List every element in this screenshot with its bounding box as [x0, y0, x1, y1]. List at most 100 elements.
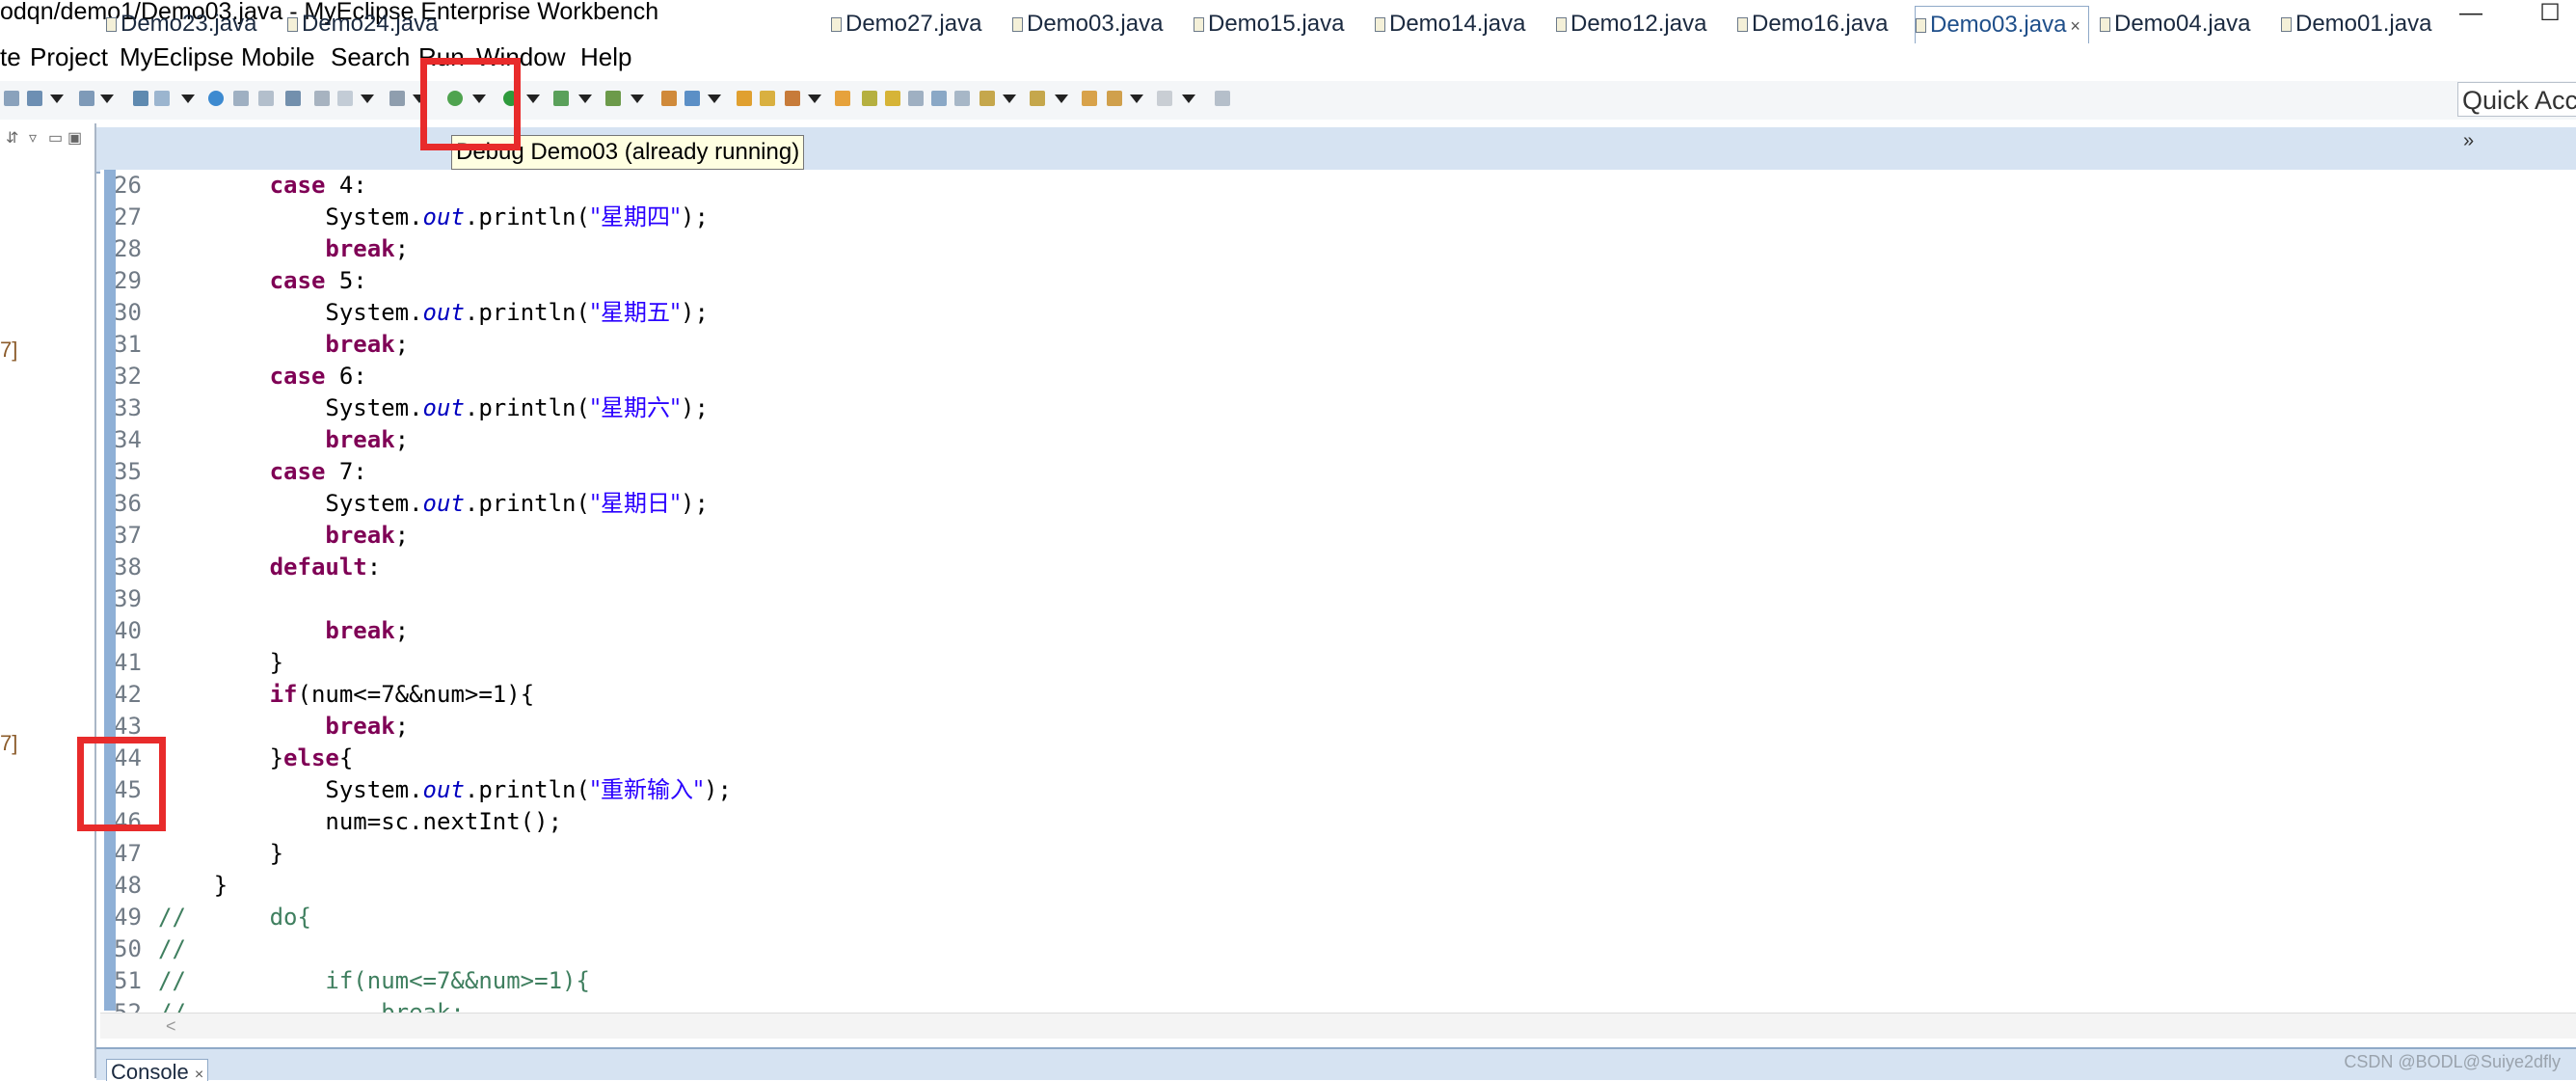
code-line[interactable]: 28 break;	[100, 233, 2576, 265]
code-line[interactable]: 27 System.out.println("星期四");	[100, 202, 2576, 233]
wrench-icon[interactable]	[285, 91, 301, 106]
block-icon[interactable]	[931, 91, 947, 106]
open-folder-icon[interactable]	[737, 91, 752, 106]
search-file-icon[interactable]	[337, 91, 353, 106]
menu-item-search[interactable]: Search	[331, 42, 410, 72]
code-line[interactable]: 41 }	[100, 647, 2576, 679]
chevron-down-icon[interactable]	[181, 95, 195, 103]
chevron-down-icon[interactable]: ▿	[29, 128, 37, 148]
open-type-icon[interactable]	[760, 91, 775, 106]
task-icon[interactable]	[835, 91, 850, 106]
chevron-down-icon[interactable]	[1182, 95, 1195, 103]
chevron-down-icon[interactable]	[1003, 95, 1016, 103]
close-icon[interactable]: ×	[2070, 16, 2080, 36]
maximize-icon[interactable]: ▣	[67, 128, 82, 148]
mark-icon[interactable]	[908, 91, 924, 106]
server-icon[interactable]	[133, 91, 148, 106]
menu-item-myeclipse[interactable]: MyEclipse	[120, 42, 233, 72]
horizontal-scrollbar[interactable]	[100, 1013, 2576, 1039]
whitespace-icon[interactable]	[954, 91, 970, 106]
image-icon[interactable]	[314, 91, 330, 106]
code-line[interactable]: 43 break;	[100, 711, 2576, 743]
external-tools-icon[interactable]	[605, 91, 621, 106]
chevron-down-icon[interactable]	[100, 95, 114, 103]
code-line[interactable]: 35 case 7:	[100, 456, 2576, 488]
code-line[interactable]: 47 }	[100, 838, 2576, 870]
package-icon[interactable]	[154, 91, 170, 106]
new-class-icon[interactable]	[661, 91, 677, 106]
code-line[interactable]: 44 }else{	[100, 743, 2576, 774]
code-line[interactable]: 29 case 5:	[100, 265, 2576, 297]
coverage-icon[interactable]	[553, 91, 569, 106]
minimize-button[interactable]: —	[2456, 0, 2485, 27]
annotation-icon[interactable]	[862, 91, 877, 106]
browser-icon[interactable]	[233, 91, 249, 106]
terminal-icon[interactable]	[389, 91, 405, 106]
back-icon[interactable]	[1107, 91, 1122, 106]
code-line[interactable]: 46 num=sc.nextInt();	[100, 806, 2576, 838]
menu-item-project[interactable]: Project	[30, 42, 108, 72]
refresh-icon[interactable]	[258, 91, 274, 106]
chevron-down-icon[interactable]	[708, 95, 721, 103]
maximize-button[interactable]: ☐	[2536, 0, 2564, 27]
code-line[interactable]: 26 case 4:	[100, 170, 2576, 202]
chevron-down-icon[interactable]	[361, 95, 374, 103]
code-line[interactable]: 38 default:	[100, 552, 2576, 583]
chevron-down-icon[interactable]	[1130, 95, 1143, 103]
code-line[interactable]: 40 break;	[100, 615, 2576, 647]
prev-annotation-icon[interactable]	[1030, 91, 1045, 106]
tab-demo27[interactable]: Demo27.java	[831, 6, 981, 42]
code-line[interactable]: 30 System.out.println("星期五");	[100, 297, 2576, 329]
brush-icon[interactable]	[785, 91, 800, 106]
code-line[interactable]: 32 case 6:	[100, 361, 2576, 392]
globe-icon[interactable]	[208, 91, 224, 106]
code-line[interactable]: 51 // if(num<=7&&num>=1){	[100, 965, 2576, 997]
tab-demo15[interactable]: Demo15.java	[1194, 6, 1344, 42]
code-line[interactable]: 37 break;	[100, 520, 2576, 552]
menu-item-help[interactable]: Help	[580, 42, 631, 72]
save-icon[interactable]	[4, 91, 19, 106]
pencil-icon[interactable]	[885, 91, 900, 106]
tab-demo12[interactable]: Demo12.java	[1556, 6, 1706, 42]
chevron-down-icon[interactable]	[631, 95, 644, 103]
tab-demo03-active[interactable]: Demo03.java ×	[1915, 6, 2089, 43]
tab-demo04[interactable]: Demo04.java	[2100, 6, 2250, 42]
tab-demo01[interactable]: Demo01.java	[2281, 6, 2431, 42]
code-line[interactable]: 31 break;	[100, 329, 2576, 361]
new-package-icon[interactable]	[684, 91, 700, 106]
chevron-down-icon[interactable]	[526, 95, 540, 103]
last-edit-icon[interactable]	[1082, 91, 1097, 106]
tabs-overflow-icon[interactable]: »	[2463, 130, 2474, 152]
annotation-ruler[interactable]	[104, 170, 116, 1011]
chevron-down-icon[interactable]	[808, 95, 821, 103]
deploy-icon[interactable]	[79, 91, 94, 106]
new-wizard-icon[interactable]	[27, 91, 42, 106]
code-line[interactable]: 34 break;	[100, 424, 2576, 456]
chevron-down-icon[interactable]	[1055, 95, 1068, 103]
code-line[interactable]: 50 //	[100, 933, 2576, 965]
menu-item-mobile[interactable]: Mobile	[241, 42, 315, 72]
code-line[interactable]: 39	[100, 583, 2576, 615]
menu-item-file[interactable]: te	[0, 42, 21, 72]
code-line[interactable]: 42 if(num<=7&&num>=1){	[100, 679, 2576, 711]
close-icon[interactable]: ×	[195, 1067, 203, 1081]
code-line[interactable]: 36 System.out.println("星期日");	[100, 488, 2576, 520]
pin-editor-icon[interactable]	[1215, 91, 1230, 106]
code-line[interactable]: 49 // do{	[100, 902, 2576, 933]
minimize-icon[interactable]: ▭	[48, 128, 63, 148]
tab-demo14[interactable]: Demo14.java	[1375, 6, 1525, 42]
tab-demo24[interactable]: Demo24.java	[287, 6, 438, 42]
next-annotation-icon[interactable]	[979, 91, 995, 106]
code-editor[interactable]: 26 case 4: 27 System.out.println("星期四"); 2…	[100, 170, 2576, 1014]
tab-demo03[interactable]: Demo03.java	[1012, 6, 1163, 42]
code-line[interactable]: 33 System.out.println("星期六");	[100, 392, 2576, 424]
chevron-down-icon[interactable]	[50, 95, 64, 103]
quick-access-input[interactable]: Quick Acce	[2457, 82, 2576, 117]
panel-menu-icon[interactable]: ⇵	[6, 128, 18, 148]
chevron-down-icon[interactable]	[578, 95, 592, 103]
scroll-left-icon[interactable]: <	[166, 1016, 176, 1037]
tab-demo16[interactable]: Demo16.java	[1737, 6, 1888, 42]
tab-demo23[interactable]: Demo23.java	[106, 6, 256, 42]
forward-icon[interactable]	[1157, 91, 1172, 106]
code-line[interactable]: 48 }	[100, 870, 2576, 902]
